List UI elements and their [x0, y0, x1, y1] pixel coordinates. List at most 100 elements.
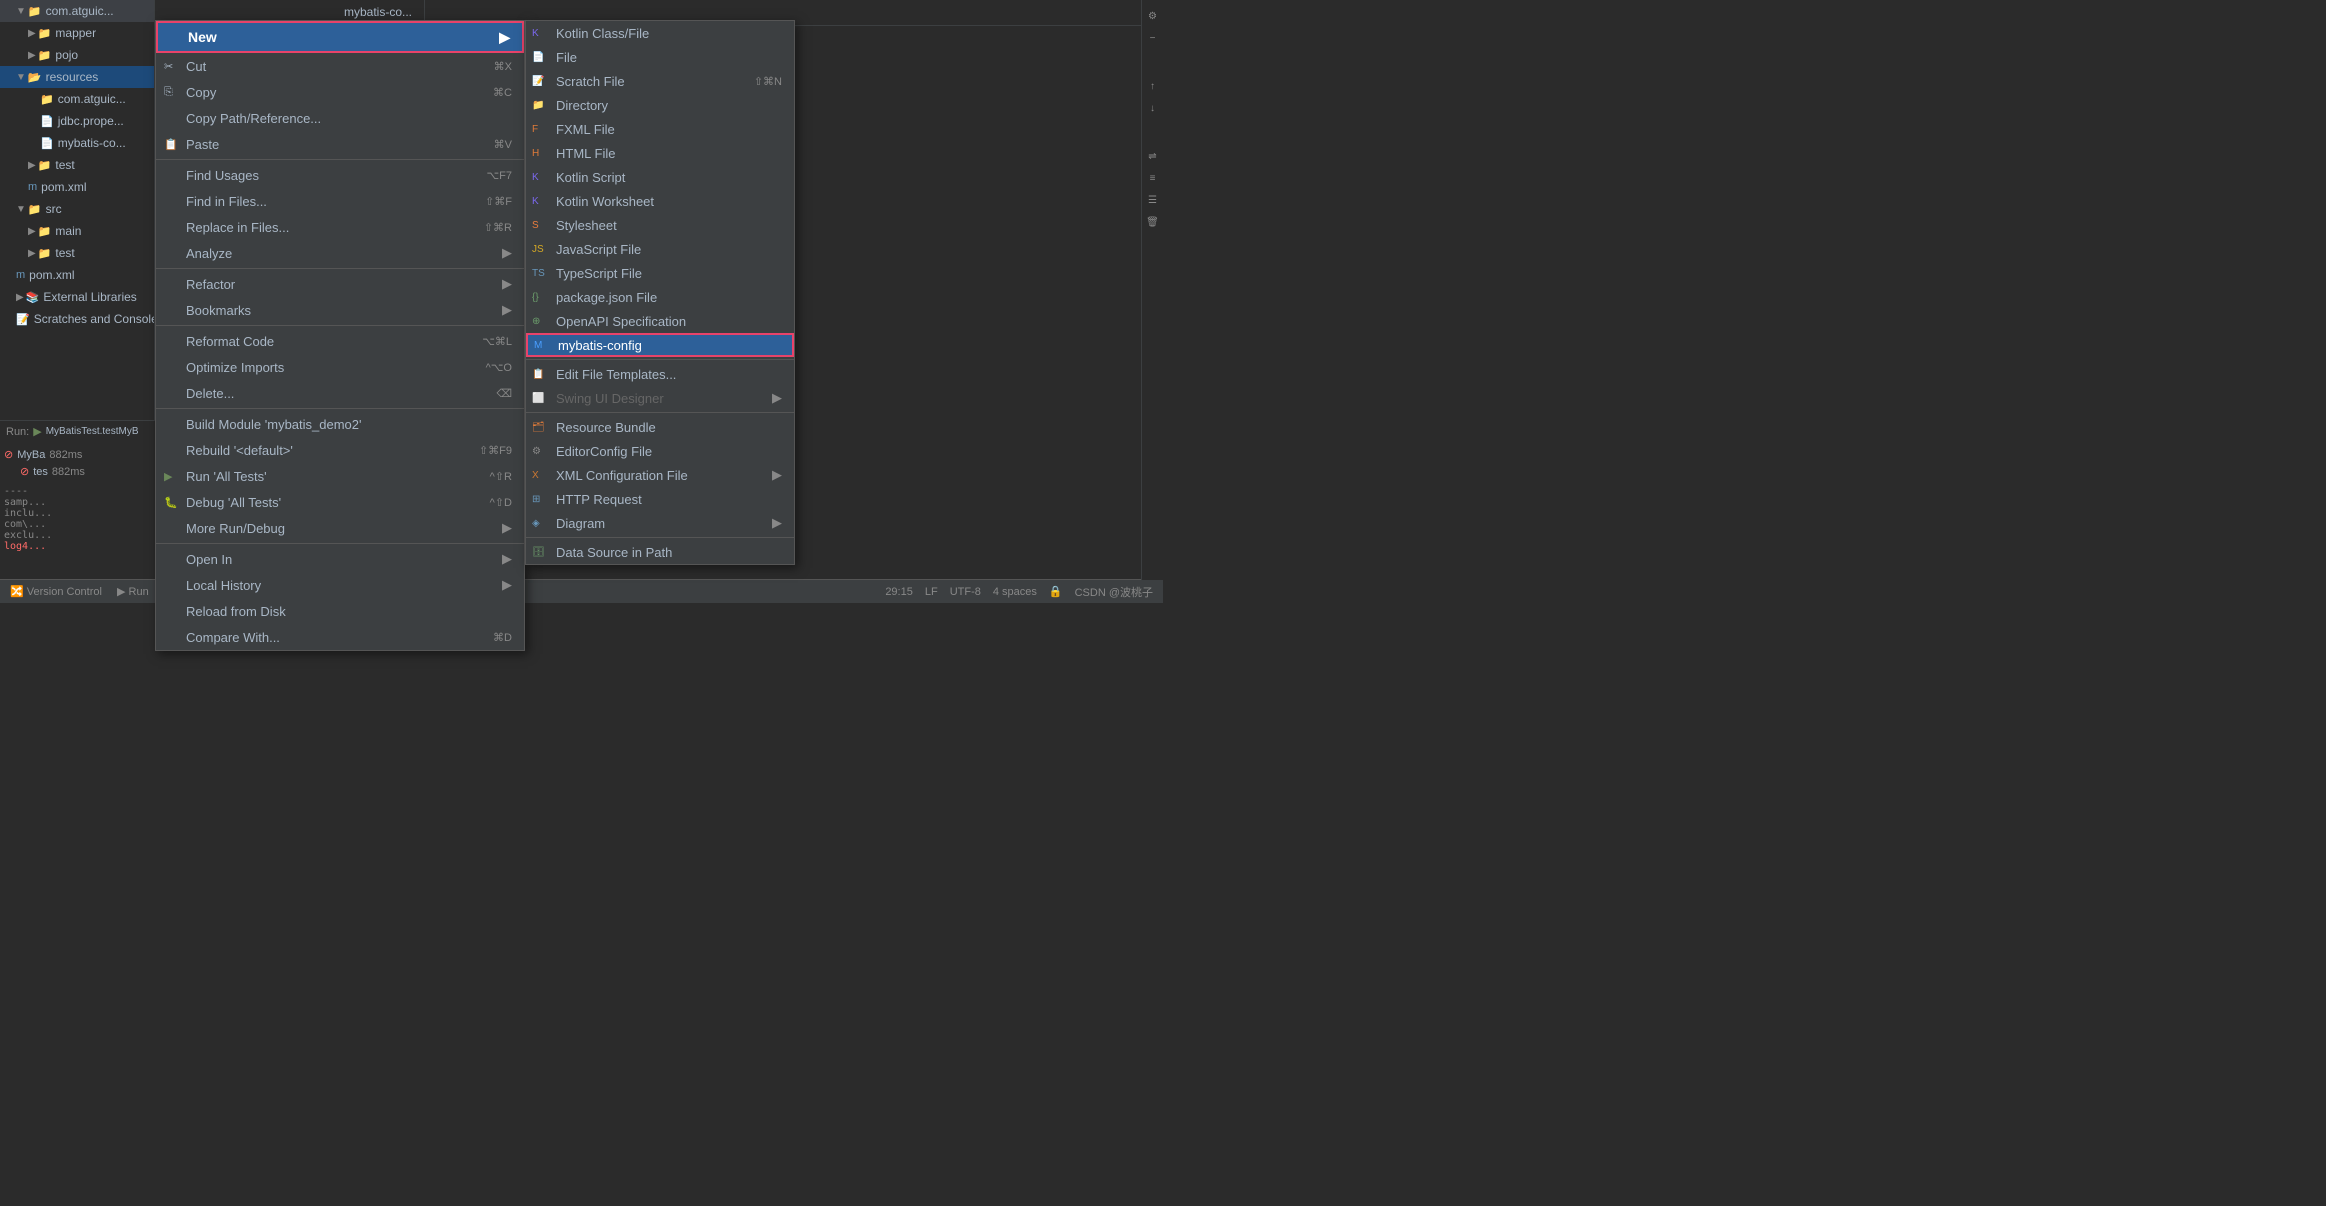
menu-item-paste[interactable]: 📋 Paste ⌘V [156, 131, 524, 157]
menu-item-analyze[interactable]: Analyze ▶ [156, 240, 524, 266]
folder-icon: 📁 [38, 225, 52, 238]
menu-item-copy-path[interactable]: Copy Path/Reference... [156, 105, 524, 131]
run-results-panel: ⊘ MyBa 882ms ⊘ tes 882ms ---- samp... in… [0, 442, 155, 582]
menu-item-optimize-imports[interactable]: Optimize Imports ^⌥O [156, 354, 524, 380]
tree-item-com[interactable]: ▼ 📁 com.atguic... [0, 0, 154, 22]
submenu-item-label: JavaScript File [556, 242, 641, 257]
menu-item-find-in-files[interactable]: Find in Files... ⇧⌘F [156, 188, 524, 214]
submenu-stylesheet[interactable]: S Stylesheet [526, 213, 794, 237]
indent-setting[interactable]: 4 spaces [993, 586, 1037, 598]
tree-item-scratches[interactable]: 📝 Scratches and Consoles [0, 308, 154, 330]
menu-item-new[interactable]: New ▶ [156, 21, 524, 53]
menu-item-reformat-code[interactable]: Reformat Code ⌥⌘L [156, 328, 524, 354]
submenu-html[interactable]: H HTML File [526, 141, 794, 165]
shortcut-label: ⌘D [493, 631, 512, 644]
tree-item-main[interactable]: ▶ 📁 main [0, 220, 154, 242]
submenu-fxml[interactable]: F FXML File [526, 117, 794, 141]
expand-arrow: ▼ [16, 72, 26, 83]
submenu-typescript[interactable]: TS TypeScript File [526, 261, 794, 285]
tool-btn-4[interactable]: 🗑 [1145, 214, 1161, 230]
shortcut-label: ⌥F7 [486, 169, 512, 182]
menu-item-compare-with[interactable]: Compare With... ⌘D [156, 624, 524, 650]
tree-item-pom[interactable]: m pom.xml [0, 176, 154, 198]
tool-btn-2[interactable]: ≡ [1145, 170, 1161, 186]
tree-item-resources[interactable]: ▼ 📂 resources [0, 66, 154, 88]
template-icon: 📋 [532, 369, 544, 380]
pom-icon: m [16, 269, 25, 281]
tree-item-pom2[interactable]: m pom.xml [0, 264, 154, 286]
stylesheet-icon: S [532, 220, 539, 231]
menu-item-cut[interactable]: ✂ Cut ⌘X [156, 53, 524, 79]
scroll-up-button[interactable]: ↑ [1145, 78, 1161, 94]
submenu-resource-bundle[interactable]: 🗂 Resource Bundle [526, 415, 794, 439]
tool-btn-3[interactable]: ☰ [1145, 192, 1161, 208]
scroll-down-button[interactable]: ↓ [1145, 100, 1161, 116]
menu-item-local-history[interactable]: Local History ▶ [156, 572, 524, 598]
submenu-xml-config[interactable]: X XML Configuration File ▶ [526, 463, 794, 487]
shortcut-label: ⌫ [496, 387, 512, 400]
menu-item-label: Cut [186, 59, 206, 74]
menu-item-rebuild[interactable]: Rebuild '<default>' ⇧⌘F9 [156, 437, 524, 463]
menu-item-run-all-tests[interactable]: ▶ Run 'All Tests' ^⇧R [156, 463, 524, 489]
run-button[interactable]: ▶ Run [117, 586, 149, 598]
http-icon: ⊞ [532, 494, 540, 505]
line-separator[interactable]: LF [925, 586, 938, 598]
submenu-scratch-file[interactable]: 📝 Scratch File ⇧⌘N [526, 69, 794, 93]
submenu-kotlin-script[interactable]: K Kotlin Script [526, 165, 794, 189]
menu-item-delete[interactable]: Delete... ⌫ [156, 380, 524, 406]
menu-item-reload-from-disk[interactable]: Reload from Disk [156, 598, 524, 624]
submenu-directory[interactable]: 📁 Directory [526, 93, 794, 117]
submenu-kotlin-class[interactable]: K Kotlin Class/File [526, 21, 794, 45]
submenu-item-label: Kotlin Worksheet [556, 194, 654, 209]
menu-item-find-usages[interactable]: Find Usages ⌥F7 [156, 162, 524, 188]
submenu-editorconfig[interactable]: ⚙ EditorConfig File [526, 439, 794, 463]
debug-icon: 🐛 [164, 496, 178, 509]
tree-item-test[interactable]: ▶ 📁 test [0, 154, 154, 176]
folder-icon: 📁 [28, 203, 42, 216]
submenu-http-request[interactable]: ⊞ HTTP Request [526, 487, 794, 511]
submenu-javascript[interactable]: JS JavaScript File [526, 237, 794, 261]
encoding[interactable]: UTF-8 [950, 586, 981, 598]
xml-icon: X [532, 470, 539, 481]
submenu-mybatis-config[interactable]: M mybatis-config [526, 333, 794, 357]
gear-button[interactable]: ⚙ [1145, 8, 1161, 24]
menu-item-label: Replace in Files... [186, 220, 289, 235]
tree-item-mybatis[interactable]: 📄 mybatis-co... [0, 132, 154, 154]
menu-item-replace-in-files[interactable]: Replace in Files... ⇧⌘R [156, 214, 524, 240]
menu-item-refactor[interactable]: Refactor ▶ [156, 271, 524, 297]
submenu-openapi[interactable]: ⊕ OpenAPI Specification [526, 309, 794, 333]
version-control-button[interactable]: 🔀 Version Control [10, 586, 102, 598]
submenu-package-json[interactable]: {} package.json File [526, 285, 794, 309]
shortcut-label: ⇧⌘F9 [479, 444, 512, 457]
menu-item-build-module[interactable]: Build Module 'mybatis_demo2' [156, 411, 524, 437]
shortcut-label: ⌘V [494, 138, 512, 151]
tree-item-mapper[interactable]: ▶ 📁 mapper [0, 22, 154, 44]
tree-item-test2[interactable]: ▶ 📁 test [0, 242, 154, 264]
submenu-diagram[interactable]: ◈ Diagram ▶ [526, 511, 794, 535]
menu-item-debug-all-tests[interactable]: 🐛 Debug 'All Tests' ^⇧D [156, 489, 524, 515]
folder-icon: 📁 [38, 27, 52, 40]
tree-item-com-atguic[interactable]: 📁 com.atguic... [0, 88, 154, 110]
menu-item-open-in[interactable]: Open In ▶ [156, 546, 524, 572]
submenu-data-source[interactable]: 🗄 Data Source in Path [526, 540, 794, 564]
editorconfig-icon: ⚙ [532, 446, 541, 457]
tree-item-external[interactable]: ▶ 📚 External Libraries [0, 286, 154, 308]
cursor-position[interactable]: 29:15 [885, 586, 913, 598]
menu-item-bookmarks[interactable]: Bookmarks ▶ [156, 297, 524, 323]
submenu-kotlin-worksheet[interactable]: K Kotlin Worksheet [526, 189, 794, 213]
menu-divider-5 [156, 543, 524, 544]
menu-item-copy[interactable]: ⎘ Copy ⌘C [156, 79, 524, 105]
submenu-edit-templates[interactable]: 📋 Edit File Templates... [526, 362, 794, 386]
shortcut-label: ^⇧D [490, 496, 512, 509]
menu-item-label: Run 'All Tests' [186, 469, 267, 484]
minimize-button[interactable]: − [1145, 30, 1161, 46]
menu-item-label: Open In [186, 552, 232, 567]
tree-item-pojo[interactable]: ▶ 📁 pojo [0, 44, 154, 66]
run-test-label: MyBatisTest.testMyB [46, 426, 139, 437]
tree-item-src[interactable]: ▼ 📁 src [0, 198, 154, 220]
tree-item-jdbc[interactable]: 📄 jdbc.prope... [0, 110, 154, 132]
menu-item-more-run[interactable]: More Run/Debug ▶ [156, 515, 524, 541]
tool-btn-1[interactable]: ⇌ [1145, 148, 1161, 164]
submenu-swing: ⬜ Swing UI Designer ▶ [526, 386, 794, 410]
submenu-file[interactable]: 📄 File [526, 45, 794, 69]
